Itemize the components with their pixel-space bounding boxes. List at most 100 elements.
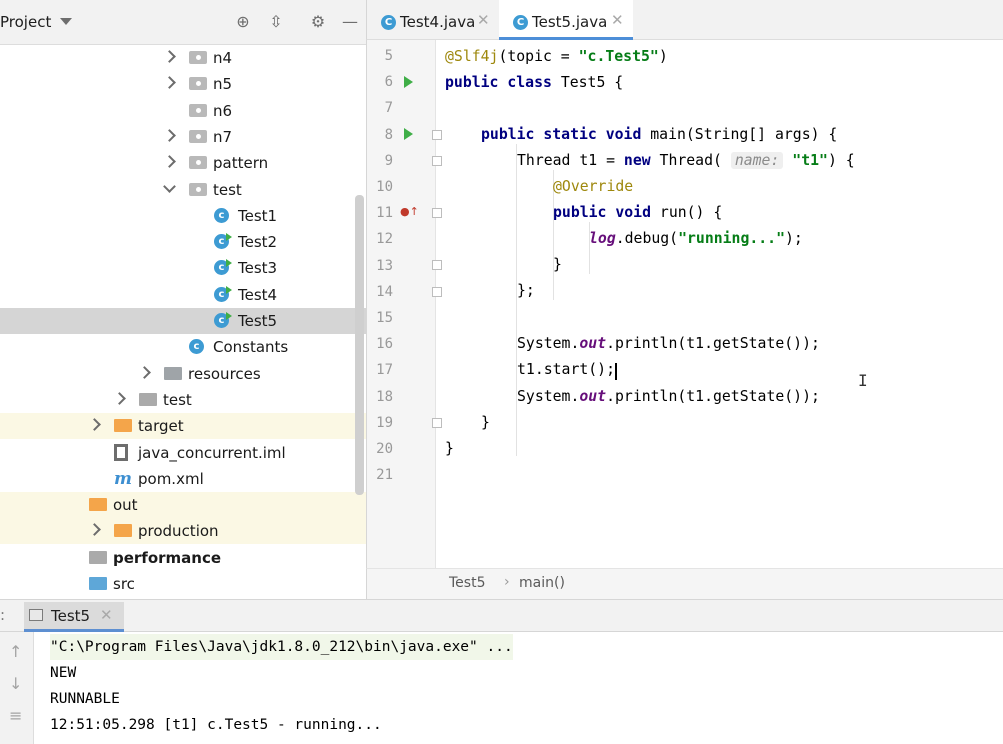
package-icon [189,182,207,198]
tree-item-label: test [163,390,192,409]
folder-icon [139,392,157,408]
breadcrumb-method[interactable]: main() [519,575,565,591]
chevron-right-icon[interactable] [163,76,176,90]
tree-item-test3[interactable]: c Test3 [0,255,366,281]
close-icon[interactable]: ✕ [477,11,490,29]
tree-item-src[interactable]: src [0,571,366,597]
code-line-19: } [481,414,490,431]
chevron-right-icon[interactable] [88,418,101,432]
tree-item-label: Test1 [238,206,278,225]
tab-label: Test4.java [400,13,476,31]
tree-item-label: production [138,522,219,541]
soft-wrap-icon[interactable]: ≡ [9,706,22,725]
tree-item-n5[interactable]: n5 [0,71,366,97]
chevron-right-icon[interactable] [163,50,176,63]
tree-item-test2[interactable]: c Test2 [0,229,366,255]
breadcrumb-class[interactable]: Test5 [449,575,485,591]
editor-gutter[interactable]: 5 6 7 8 9 10 11 12 13 14 15 16 17 18 19 20 21 [366,40,436,568]
tree-item-n7[interactable]: n7 [0,124,366,150]
tree-item-label: Test3 [238,259,278,278]
code-line-10: @Override [553,178,634,195]
fold-marker-icon[interactable] [432,156,442,166]
hide-panel-icon[interactable]: — [340,12,360,32]
excluded-folder-icon [114,523,132,539]
tab-test4-java[interactable]: C Test4.java ✕ [367,0,495,40]
tree-item-test[interactable]: test [0,387,366,413]
tree-item-label: test [213,180,242,199]
tree-item-out[interactable]: out [0,492,366,519]
close-icon[interactable]: ✕ [100,606,113,624]
tree-item-label: out [113,496,138,515]
chevron-down-icon[interactable] [163,179,176,193]
package-icon [189,129,207,145]
close-icon[interactable]: ✕ [611,11,624,29]
tree-item-label: Test5 [238,312,278,330]
code-line-17: t1.start(); [517,361,615,378]
fold-marker-icon[interactable] [432,260,442,270]
run-class-icon[interactable] [404,76,413,88]
arrow-up-icon[interactable]: ↑ [9,642,22,661]
project-view-title[interactable]: Project [0,13,51,31]
line-number: 16 [376,336,393,353]
package-icon [189,76,207,92]
tree-item-resources[interactable]: resources [0,361,366,387]
chevron-right-icon[interactable] [113,392,126,405]
line-number: 12 [376,231,393,248]
tree-item-constants[interactable]: c Constants [0,334,366,360]
fold-marker-icon[interactable] [432,208,442,218]
tree-item-pattern[interactable]: pattern [0,150,366,176]
tree-item-n6[interactable]: n6 [0,98,366,124]
chevron-right-icon[interactable] [88,523,101,537]
tree-item-pom-xml[interactable]: m pom.xml [0,466,366,492]
chevron-down-icon[interactable] [60,18,72,25]
collapse-all-icon[interactable]: ⇳ [266,12,286,32]
class-icon: c [214,207,232,224]
tree-item-performance[interactable]: performance [0,545,366,571]
tree-item-label: pom.xml [138,469,204,488]
line-number: 19 [376,414,393,431]
project-tree-scrollbar[interactable] [355,195,364,495]
fold-marker-icon[interactable] [432,130,442,140]
fold-marker-icon[interactable] [432,287,442,297]
console-output[interactable]: "C:\Program Files\Java\jdk1.8.0_212\bin\… [34,632,1003,744]
gear-icon[interactable]: ⚙ [308,12,328,32]
locate-target-icon[interactable]: ⊕ [233,12,253,32]
runnable-class-icon: c [214,312,232,329]
chevron-right-icon[interactable] [163,129,176,142]
tree-item-label: n4 [213,49,233,67]
line-number: 13 [376,257,393,274]
run-tab-label: Test5 [51,607,91,625]
tree-item-n4[interactable]: n4 [0,45,366,71]
run-main-icon[interactable] [404,128,413,140]
code-editor[interactable]: @Slf4j(topic = "c.Test5") public class T… [436,40,1003,568]
tree-item-java-concurrent-iml[interactable]: java_concurrent.iml [0,440,366,466]
tree-item-label: Test4 [238,285,278,304]
source-folder-icon [89,576,107,592]
run-panel-header [0,599,1003,632]
package-icon [189,50,207,66]
arrow-down-icon[interactable]: ↓ [9,674,22,693]
chevron-right-icon[interactable] [138,365,151,379]
maven-icon: m [114,468,132,489]
runnable-class-icon: c [214,233,232,250]
code-line-16: System.out.println(t1.getState()); [517,335,820,352]
tree-item-target[interactable]: target [0,413,366,440]
tree-item-test4[interactable]: c Test4 [0,282,366,308]
tree-item-test1[interactable]: c Test1 [0,203,366,229]
tree-item-test[interactable]: test [0,177,366,203]
code-line-20: } [445,440,454,457]
line-number: 9 [384,152,393,169]
tree-item-production[interactable]: production [0,518,366,545]
tree-item-label: Test2 [238,233,278,252]
tree-item-test5[interactable]: c Test5 [0,308,366,334]
tab-test5-java[interactable]: C Test5.java ✕ [499,0,633,40]
line-number: 20 [376,441,393,457]
run-tool-label-fragment: : [0,606,6,624]
breadcrumb-separator: › [504,574,510,590]
console-line-command: "C:\Program Files\Java\jdk1.8.0_212\bin\… [50,634,513,660]
package-icon [189,155,207,171]
console-line: 12:51:05.298 [t1] c.Test5 - running... [50,717,382,733]
fold-marker-icon[interactable] [432,418,442,428]
override-method-icon[interactable]: ●↑ [400,205,419,218]
chevron-right-icon[interactable] [163,155,176,169]
